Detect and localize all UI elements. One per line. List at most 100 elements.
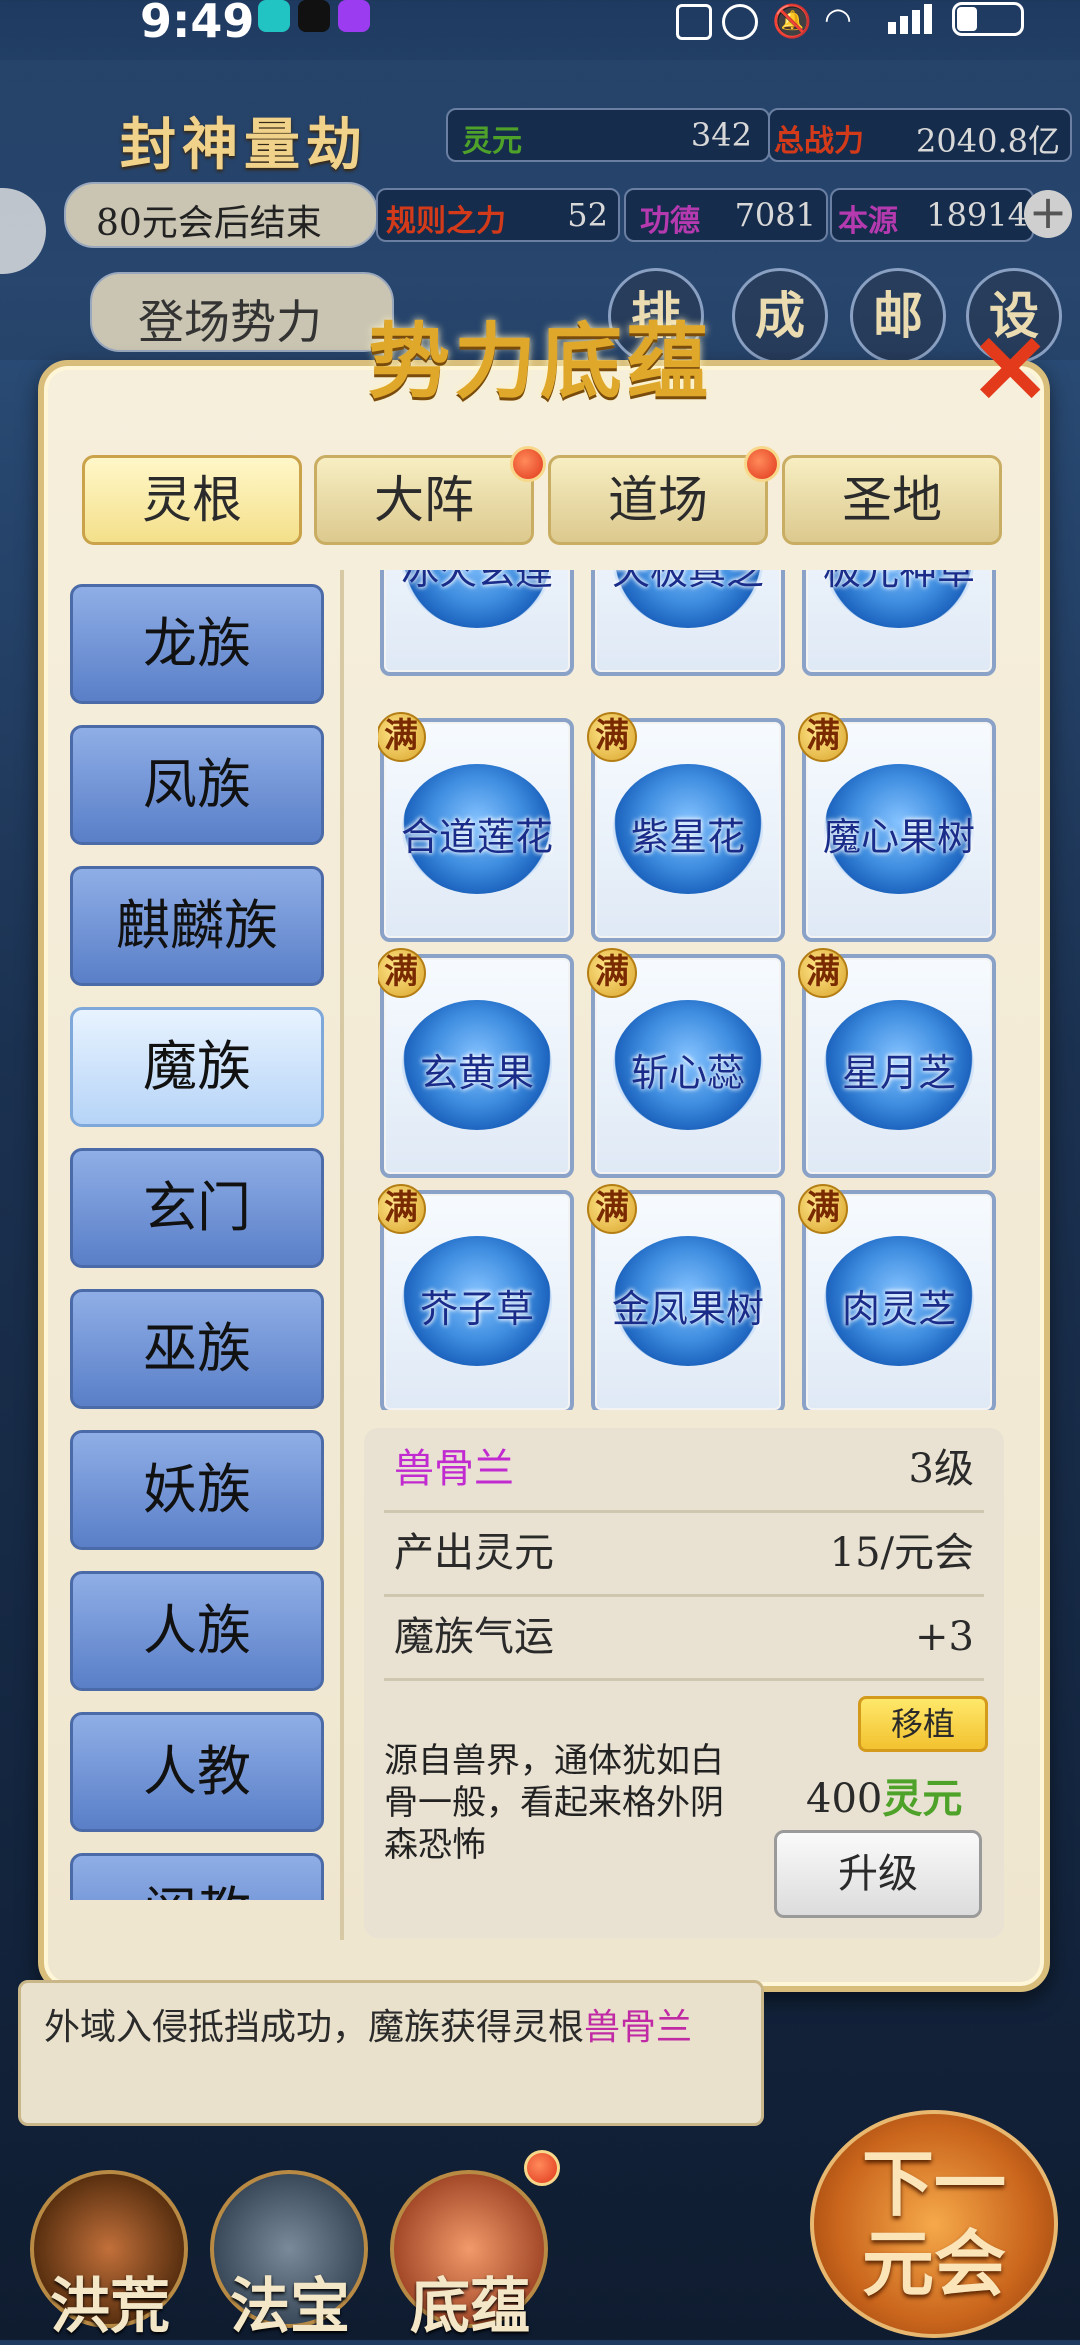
lingyuan-label: 灵元 — [462, 124, 522, 159]
tiktok-icon — [298, 0, 330, 32]
detail-level: 3级 — [908, 1446, 974, 1492]
wifi-icon: ◠ — [824, 0, 852, 38]
lingyuan-value: 342 — [690, 116, 752, 154]
sidebar-item-chanjiao[interactable]: 阐教 — [70, 1853, 324, 1900]
detail-row-label: 魔族气运 — [394, 1614, 554, 1660]
origin-stat: 本源 18914 — [830, 188, 1034, 242]
full-badge: 满 — [378, 948, 426, 998]
modal-divider — [340, 570, 344, 1940]
power-stat: 总战力 2040.8亿 — [768, 108, 1072, 162]
countdown-pill: 80元会后结束 — [64, 182, 378, 248]
grid-item[interactable]: 星月芝满 — [798, 948, 996, 1178]
tab-shengdi[interactable]: 圣地 — [782, 455, 1002, 545]
event-log-message: 外域入侵抵挡成功，魔族获得灵根 — [44, 2007, 585, 2048]
transplant-button[interactable]: 移植 — [858, 1696, 988, 1752]
detail-row: 产出灵元 15/元会 — [384, 1512, 984, 1597]
rule-power-stat: 规则之力 52 — [376, 188, 620, 242]
sidebar-item-qilinzu[interactable]: 麒麟族 — [70, 866, 324, 986]
full-badge: 满 — [587, 948, 637, 998]
nav-diyun-notice-dot — [524, 2150, 560, 2186]
nav-diyun-label: 底蕴 — [410, 2272, 530, 2342]
lingyuan-stat: 灵元 342 — [446, 108, 770, 162]
full-badge: 满 — [587, 1184, 637, 1234]
full-badge: 满 — [798, 1184, 848, 1234]
power-label: 总战力 — [774, 124, 864, 159]
modal-title: 势力底蕴 — [367, 314, 712, 410]
origin-value: 18914 — [926, 196, 1028, 234]
faction-sidebar[interactable]: 龙族 凤族 麒麟族 魔族 玄门 巫族 妖族 人族 人教 阐教 — [60, 570, 330, 1900]
merit-value: 7081 — [734, 196, 816, 234]
detail-row-value: +3 — [915, 1614, 974, 1660]
rule-power-value: 52 — [567, 196, 608, 234]
nfc-icon — [676, 4, 712, 40]
tab-dazhen-notice-dot — [510, 446, 546, 482]
grid-item[interactable]: 天极真芝 — [591, 570, 785, 676]
taptap-icon — [258, 0, 290, 32]
next-era-label: 下一元会 — [861, 2141, 1006, 2306]
grid-item[interactable]: 魔心果树满 — [798, 712, 996, 942]
nav-diyun[interactable]: 底蕴 — [380, 2170, 560, 2342]
grid-item[interactable]: 芥子草满 — [378, 1184, 574, 1410]
mute-icon: 🔕 — [772, 2, 812, 40]
sidebar-item-mozu[interactable]: 魔族 — [70, 1007, 324, 1127]
detail-description: 源自兽界，通体犹如白骨一般，看起来格外阴森恐怖 — [384, 1741, 724, 1865]
sidebar-item-renzu[interactable]: 人族 — [70, 1571, 324, 1691]
tab-linggen[interactable]: 灵根 — [82, 455, 302, 545]
full-badge: 满 — [798, 948, 848, 998]
sidebar-item-renjiao[interactable]: 人教 — [70, 1712, 324, 1832]
event-log-text: 外域入侵抵挡成功，魔族获得灵根兽骨兰 — [44, 2004, 744, 2052]
sidebar-item-xuanmen[interactable]: 玄门 — [70, 1148, 324, 1268]
full-badge: 满 — [378, 712, 426, 762]
status-time: 9:49 — [140, 0, 255, 48]
detail-row-label: 产出灵元 — [394, 1530, 554, 1576]
origin-label: 本源 — [838, 204, 898, 239]
upgrade-cost: 400灵元 — [806, 1766, 962, 1824]
grid-item[interactable]: 冰火玄莲 — [380, 570, 574, 676]
nav-honghuang[interactable]: 洪荒 — [20, 2170, 200, 2342]
rule-power-label: 规则之力 — [386, 204, 506, 239]
tab-daochang[interactable]: 道场 — [548, 455, 768, 545]
status-bar: 9:49 🔕 ◠ — [0, 0, 1080, 48]
nav-fabao[interactable]: 法宝 — [200, 2170, 380, 2342]
alarm-icon — [722, 4, 758, 40]
purple-app-icon — [338, 0, 370, 32]
full-badge: 满 — [378, 1184, 426, 1234]
upgrade-cost-value: 400 — [806, 1776, 883, 1822]
nav-fabao-label: 法宝 — [230, 2272, 350, 2342]
grid-item[interactable]: 合道莲花满 — [378, 712, 574, 942]
nav-honghuang-label: 洪荒 — [50, 2272, 170, 2342]
grid-item[interactable]: 极光神草 — [802, 570, 996, 676]
grid-item[interactable]: 斩心蕊满 — [587, 948, 785, 1178]
detail-row-value: 15/元会 — [829, 1530, 974, 1576]
grid-item[interactable]: 玄黄果满 — [378, 948, 574, 1178]
add-resource-button[interactable]: + — [1024, 189, 1072, 238]
event-log-highlight: 兽骨兰 — [584, 2007, 693, 2048]
full-badge: 满 — [587, 712, 637, 762]
close-icon[interactable]: ✕ — [970, 322, 1050, 418]
linggen-grid[interactable]: 冰火玄莲 天极真芝 极光神草 合道莲花满 紫星花满 魔心果树满 玄黄果满 斩心蕊… — [378, 570, 1008, 1410]
sidebar-item-fengzu[interactable]: 凤族 — [70, 725, 324, 845]
game-title: 封神量劫 — [120, 112, 368, 178]
power-value: 2040.8亿 — [916, 122, 1060, 160]
4g-signal-icon — [884, 2, 938, 34]
next-era-button[interactable]: 下一元会 — [810, 2110, 1058, 2338]
sidebar-item-yaozu[interactable]: 妖族 — [70, 1430, 324, 1550]
tab-dazhen[interactable]: 大阵 — [314, 455, 534, 545]
full-badge: 满 — [798, 712, 848, 762]
event-log — [18, 1980, 764, 2126]
detail-name: 兽骨兰 — [394, 1446, 514, 1492]
detail-row: 魔族气运 +3 — [384, 1596, 984, 1681]
merit-stat: 功德 7081 — [624, 188, 828, 242]
grid-item[interactable]: 肉灵芝满 — [798, 1184, 996, 1410]
battery-icon — [952, 2, 1024, 36]
countdown-text: 80元会后结束 — [96, 203, 322, 244]
sidebar-item-wuzu[interactable]: 巫族 — [70, 1289, 324, 1409]
grid-item[interactable]: 金凤果树满 — [587, 1184, 785, 1410]
merit-label: 功德 — [640, 204, 700, 239]
sidebar-item-longzu[interactable]: 龙族 — [70, 584, 324, 704]
detail-header-row: 兽骨兰 3级 — [384, 1428, 984, 1513]
tab-daochang-notice-dot — [744, 446, 780, 482]
upgrade-cost-unit: 灵元 — [882, 1775, 963, 1822]
upgrade-button[interactable]: 升级 — [774, 1830, 982, 1918]
grid-item[interactable]: 紫星花满 — [587, 712, 785, 942]
